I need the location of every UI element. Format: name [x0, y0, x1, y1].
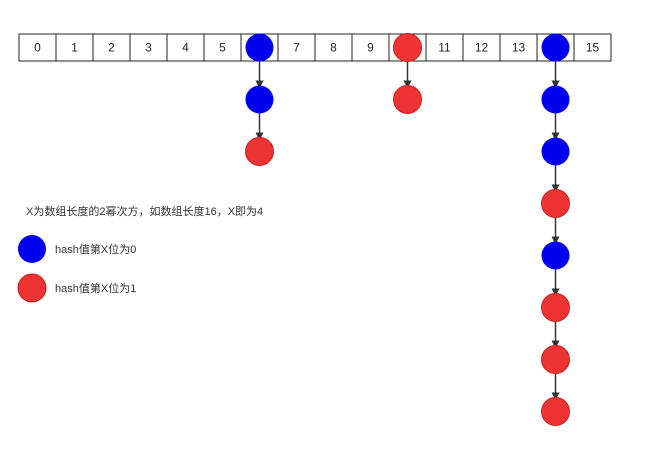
bucket-chains [245, 33, 570, 426]
node-blue [541, 241, 570, 270]
array-cell-label-11: 11 [438, 41, 451, 55]
legend-red-label: hash值第X位为1 [55, 281, 136, 295]
hashmap-resize-diagram: 0 1 2 3 4 5 7 8 9 11 12 13 15 X为数组长度的2幂次方，如数组长度16，X即… [0, 0, 652, 450]
node-blue [541, 85, 570, 114]
array-cell-label-13: 13 [512, 41, 526, 55]
array-cell-label-0: 0 [34, 41, 41, 55]
legend-blue-label: hash值第X位为0 [55, 242, 136, 256]
array-cell-label-8: 8 [330, 41, 337, 55]
node-red [393, 85, 422, 114]
array-cell-label-5: 5 [219, 41, 226, 55]
array-cell-label-9: 9 [367, 41, 374, 55]
array-cell-label-1: 1 [71, 41, 78, 55]
node-blue [245, 33, 274, 62]
node-blue [541, 137, 570, 166]
array-cell-label-3: 3 [145, 41, 152, 55]
node-red [541, 397, 570, 426]
node-red [393, 33, 422, 62]
array-cell-label-7: 7 [293, 41, 300, 55]
node-red [245, 137, 274, 166]
legend: hash值第X位为0 hash值第X位为1 [17, 235, 136, 303]
description-text: X为数组长度的2幂次方，如数组长度16，X即为4 [26, 204, 263, 218]
diagram-svg: 0 1 2 3 4 5 7 8 9 11 12 13 15 X为数组长度的2幂次方，如数组长度16，X即… [17, 33, 612, 426]
node-red [541, 189, 570, 218]
array-cell-label-12: 12 [475, 41, 489, 55]
node-blue [541, 33, 570, 62]
bucket-array: 0 1 2 3 4 5 7 8 9 11 12 13 15 [18, 33, 612, 62]
node-red [541, 293, 570, 322]
node-blue [245, 85, 274, 114]
legend-blue-node-icon [18, 235, 46, 263]
legend-red-node-icon [17, 273, 47, 303]
array-cell-label-2: 2 [108, 41, 115, 55]
node-red [541, 345, 570, 374]
array-cell-label-15: 15 [586, 41, 600, 55]
array-cell-label-4: 4 [182, 41, 189, 55]
